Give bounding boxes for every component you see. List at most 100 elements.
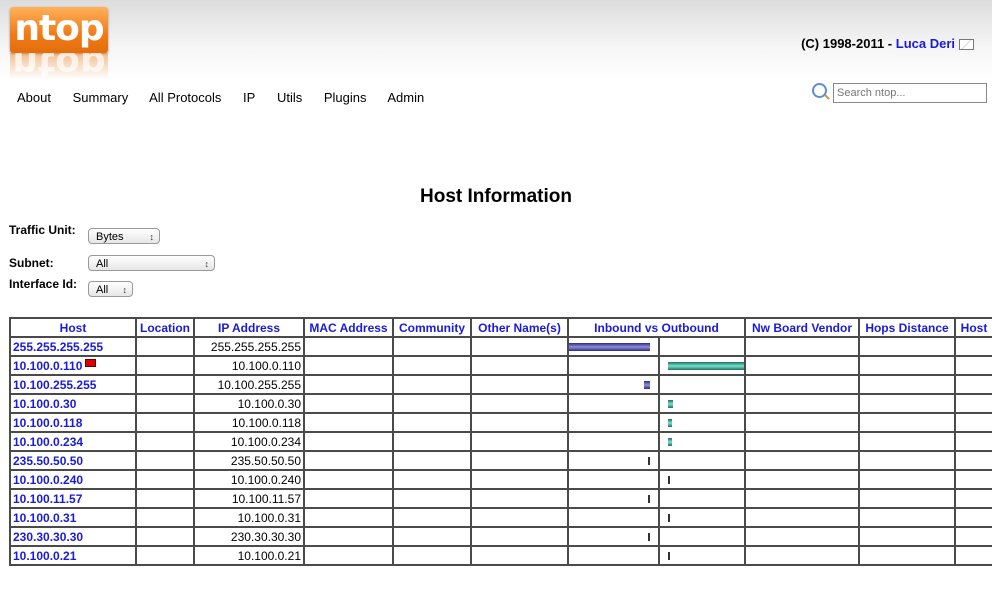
nav-plugins[interactable]: Plugins — [324, 90, 367, 105]
hops-cell — [858, 488, 956, 509]
host-cell[interactable]: 10.100.0.21 — [9, 545, 137, 566]
column-header[interactable]: Location — [135, 317, 195, 338]
vendor-cell — [744, 526, 860, 547]
host-link[interactable]: 10.100.0.30 — [13, 397, 76, 411]
nav-ip[interactable]: IP — [243, 90, 255, 105]
host-extra-cell — [954, 545, 992, 566]
bar-divider — [658, 529, 660, 544]
community-cell — [392, 450, 472, 471]
host-extra-cell — [954, 526, 992, 547]
nav-about[interactable]: About — [17, 90, 51, 105]
column-header[interactable]: Host — [954, 317, 992, 338]
location-cell — [135, 507, 195, 528]
column-header[interactable]: Nw Board Vendor — [744, 317, 860, 338]
bar-divider — [658, 548, 660, 563]
search-input[interactable] — [833, 83, 987, 103]
bar-container — [570, 339, 742, 354]
other-names-cell — [470, 507, 569, 528]
vendor-cell — [744, 507, 860, 528]
column-header[interactable]: Other Name(s) — [470, 317, 569, 338]
community-cell — [392, 412, 472, 433]
other-names-cell — [470, 469, 569, 490]
ip-cell: 10.100.0.110 — [193, 355, 305, 376]
bar-container — [571, 434, 742, 449]
column-header[interactable]: Inbound vs Outbound — [567, 317, 746, 338]
host-cell[interactable]: 230.30.30.30 — [9, 526, 137, 547]
ip-cell: 230.30.30.30 — [193, 526, 305, 547]
bar-container — [571, 548, 742, 563]
bar-container — [571, 415, 742, 430]
ip-cell: 10.100.0.118 — [193, 412, 305, 433]
logo-reflection-text: ntop — [12, 53, 106, 79]
host-cell[interactable]: 10.100.0.240 — [9, 469, 137, 490]
table-row: 10.100.0.30 10.100.0.30 — [9, 393, 992, 414]
inbound-outbound-cell — [567, 393, 746, 414]
traffic-unit-select[interactable]: Bytes — [88, 228, 160, 245]
search-icon[interactable] — [812, 83, 827, 98]
host-cell[interactable]: 10.100.11.57 — [9, 488, 137, 509]
vendor-cell — [744, 355, 860, 376]
hops-cell — [858, 545, 956, 566]
hops-cell — [858, 412, 956, 433]
host-link[interactable]: 10.100.0.31 — [13, 511, 76, 525]
logo-text: ntop — [14, 8, 104, 49]
ip-cell: 10.100.0.21 — [193, 545, 305, 566]
location-cell — [135, 412, 195, 433]
column-header[interactable]: Community — [392, 317, 472, 338]
mac-cell — [303, 507, 394, 528]
host-cell[interactable]: 235.50.50.50 — [9, 450, 137, 471]
host-cell[interactable]: 10.100.0.234 — [9, 431, 137, 452]
host-cell[interactable]: 10.100.0.31 — [9, 507, 137, 528]
host-link[interactable]: 10.100.0.118 — [13, 416, 82, 430]
author-link[interactable]: Luca Deri — [896, 36, 955, 51]
ip-cell: 255.255.255.255 — [193, 336, 305, 357]
mail-icon[interactable] — [959, 39, 974, 51]
host-link[interactable]: 235.50.50.50 — [13, 454, 83, 468]
inbound-bar — [648, 457, 650, 465]
column-header[interactable]: Host — [9, 317, 137, 338]
location-cell — [135, 393, 195, 414]
nav-summary[interactable]: Summary — [73, 90, 129, 105]
nav-utils[interactable]: Utils — [277, 90, 302, 105]
column-header[interactable]: Hops Distance — [858, 317, 956, 338]
table-row: 255.255.255.255 255.255.255.255 — [9, 336, 992, 357]
host-link[interactable]: 230.30.30.30 — [13, 530, 83, 544]
mac-cell — [303, 336, 394, 357]
community-cell — [392, 526, 472, 547]
host-extra-cell — [954, 507, 992, 528]
bar-divider — [658, 358, 660, 373]
interface-value: All — [96, 284, 109, 296]
bar-divider — [658, 377, 660, 392]
host-cell[interactable]: 10.100.255.255 — [9, 374, 137, 395]
nav-all-protocols[interactable]: All Protocols — [149, 90, 221, 105]
mac-cell — [303, 526, 394, 547]
host-cell[interactable]: 255.255.255.255 — [9, 336, 137, 357]
subnet-select[interactable]: All — [88, 255, 215, 272]
host-link[interactable]: 10.100.11.57 — [13, 492, 82, 506]
host-link[interactable]: 255.255.255.255 — [13, 340, 103, 354]
interface-select[interactable]: All — [88, 281, 133, 298]
ip-cell: 10.100.0.30 — [193, 393, 305, 414]
interface-label: Interface Id: — [9, 277, 78, 291]
bar-divider — [658, 453, 660, 468]
bar-container — [571, 358, 743, 373]
host-link[interactable]: 10.100.0.234 — [13, 435, 83, 449]
ip-cell: 10.100.0.240 — [193, 469, 305, 490]
mac-cell — [303, 412, 394, 433]
host-extra-cell — [954, 450, 992, 471]
table-body: 255.255.255.255 255.255.255.255 10.100.0.1… — [9, 336, 992, 566]
column-header[interactable]: IP Address — [193, 317, 305, 338]
ntop-logo[interactable]: ntop — [10, 7, 108, 53]
mac-cell — [303, 450, 394, 471]
host-link[interactable]: 10.100.0.240 — [13, 473, 83, 487]
column-header[interactable]: MAC Address — [303, 317, 394, 338]
host-cell[interactable]: 10.100.0.30 — [9, 393, 137, 414]
host-link[interactable]: 10.100.255.255 — [13, 378, 96, 392]
host-cell[interactable]: 10.100.0.110 — [9, 355, 137, 376]
host-cell[interactable]: 10.100.0.118 — [9, 412, 137, 433]
flag-icon — [85, 358, 97, 367]
community-cell — [392, 336, 472, 357]
host-link[interactable]: 10.100.0.110 — [13, 359, 82, 373]
nav-admin[interactable]: Admin — [387, 90, 424, 105]
host-link[interactable]: 10.100.0.21 — [13, 549, 76, 563]
